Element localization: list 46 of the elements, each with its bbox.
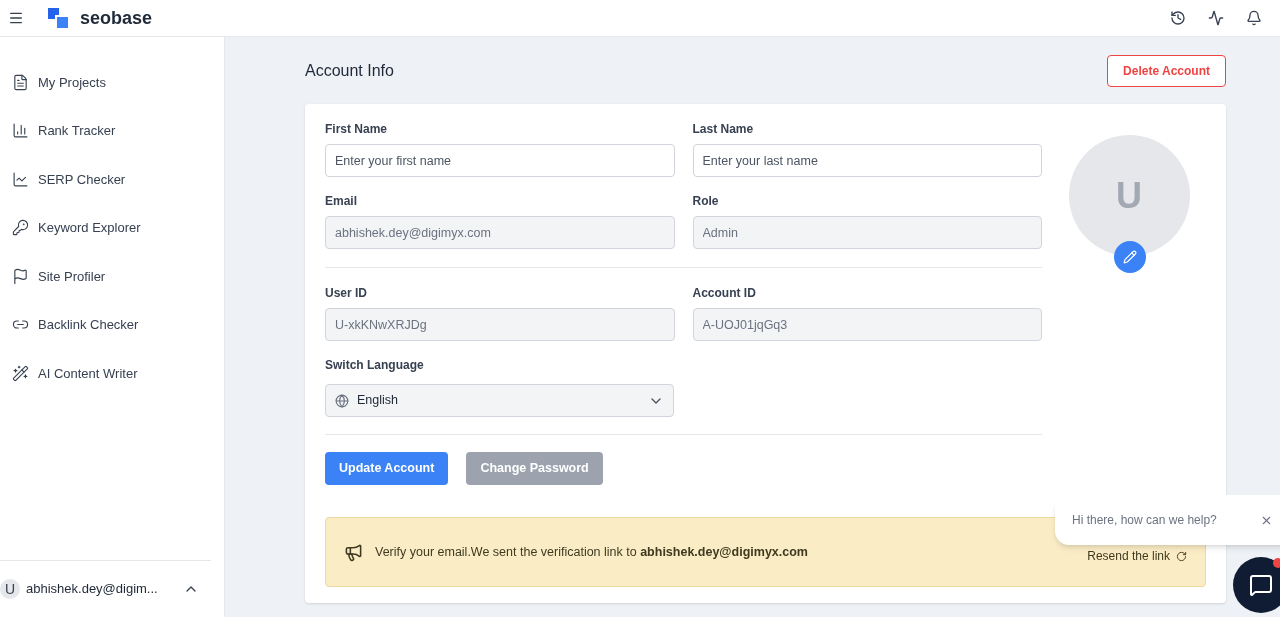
field-label: Account ID bbox=[692, 285, 757, 302]
field-label: Email bbox=[325, 193, 358, 210]
key-icon bbox=[12, 219, 29, 237]
sidebar-item[interactable]: My Projects bbox=[0, 58, 224, 107]
flag-icon bbox=[12, 267, 29, 285]
chat-icon bbox=[1249, 573, 1273, 597]
logo-icon bbox=[48, 8, 68, 28]
refresh-icon bbox=[1176, 550, 1187, 562]
globe-icon bbox=[335, 393, 349, 408]
input-field[interactable]: Enter your last name bbox=[692, 144, 1042, 177]
edit-avatar-button[interactable] bbox=[1113, 241, 1146, 273]
input-field[interactable]: Enter your first name bbox=[325, 144, 675, 177]
notification-icon[interactable] bbox=[1246, 10, 1262, 26]
bar-chart-icon bbox=[12, 122, 29, 140]
line-chart-icon bbox=[12, 170, 29, 188]
document-icon bbox=[12, 73, 29, 91]
sidebar-item[interactable]: SERP Checker bbox=[0, 155, 224, 204]
form-button[interactable]: Update Account bbox=[325, 452, 449, 485]
sidebar-item[interactable]: Keyword Explorer bbox=[0, 203, 224, 252]
field-label: Last Name bbox=[692, 121, 755, 138]
user-email[interactable]: abhishek.dey@digim... bbox=[26, 579, 158, 599]
activity-icon[interactable] bbox=[1208, 10, 1224, 26]
magic-wand-icon bbox=[12, 364, 29, 382]
sidebar-item[interactable]: AI Content Writer bbox=[0, 349, 224, 398]
verification-message: Verify your email.We sent the verification link to abhishek.dey@digimyx.com bbox=[375, 543, 808, 561]
field-label: First Name bbox=[325, 121, 389, 138]
history-icon[interactable] bbox=[1170, 10, 1186, 26]
delete-account-button[interactable]: Delete Account bbox=[1107, 55, 1226, 87]
menu-icon[interactable] bbox=[8, 10, 24, 26]
page-title: Account Info bbox=[305, 61, 394, 81]
brand-name: seobase bbox=[80, 6, 153, 30]
field-label: User ID bbox=[325, 285, 369, 302]
avatar-initial: U bbox=[1116, 173, 1142, 218]
chat-launcher[interactable] bbox=[1233, 557, 1280, 613]
pencil-icon bbox=[1122, 250, 1137, 264]
field-label: Role bbox=[692, 193, 720, 210]
sidebar-item[interactable]: Site Profiler bbox=[0, 252, 224, 301]
sidebar-item[interactable]: Backlink Checker bbox=[0, 300, 224, 349]
resend-link[interactable]: Resend the link bbox=[1087, 547, 1187, 565]
user-avatar: U bbox=[0, 579, 20, 599]
field-label: Switch Language bbox=[325, 357, 425, 374]
language-select[interactable]: English bbox=[325, 384, 674, 417]
chat-message: Hi there, how can we help? bbox=[1072, 512, 1217, 529]
megaphone-icon bbox=[344, 542, 363, 562]
close-icon[interactable] bbox=[1260, 514, 1273, 527]
sidebar-item[interactable]: Rank Tracker bbox=[0, 106, 224, 155]
